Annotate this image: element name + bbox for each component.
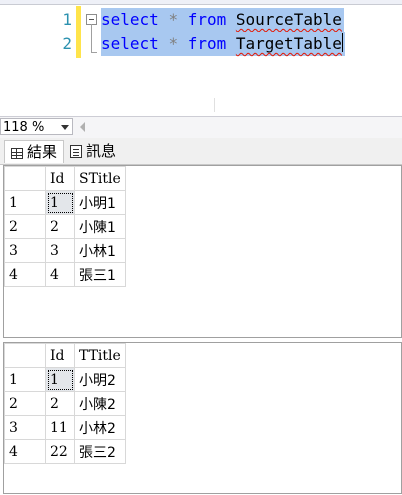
tab-results-label: 結果	[27, 143, 58, 161]
code-text[interactable]: select * from SourceTable	[101, 8, 344, 32]
table-row[interactable]: 1 1 小明2	[4, 367, 126, 392]
header-row: Id TTitle	[4, 343, 126, 368]
cell-title[interactable]: 小陳1	[74, 214, 126, 239]
header-row: Id STitle	[4, 166, 126, 191]
table-row[interactable]: 3 11 小林2	[4, 415, 126, 440]
column-header-stitle[interactable]: STitle	[74, 166, 126, 191]
grid-icon	[11, 148, 23, 159]
row-number[interactable]: 1	[4, 367, 46, 392]
table-row[interactable]: 4 4 張三1	[4, 262, 126, 287]
row-number[interactable]: 2	[4, 391, 46, 416]
table-row[interactable]: 2 2 小陳2	[4, 391, 126, 416]
table-row[interactable]: 3 3 小林1	[4, 238, 126, 263]
result-tab-bar: 結果 訊息	[0, 138, 402, 165]
splitter-mark	[214, 98, 215, 112]
editor-status-bar: 118 %	[0, 116, 402, 138]
row-number-header[interactable]	[4, 166, 46, 191]
cell-title[interactable]: 小林2	[74, 415, 126, 440]
tab-results[interactable]: 結果	[4, 140, 65, 163]
cell-title[interactable]: 小明2	[74, 367, 126, 392]
cell-title[interactable]: 小陳2	[74, 391, 126, 416]
tab-messages[interactable]: 訊息	[66, 140, 120, 162]
table-row[interactable]: 2 2 小陳1	[4, 214, 126, 239]
cell-title[interactable]: 張三1	[74, 262, 126, 287]
keyword-from: from	[187, 34, 227, 53]
code-text[interactable]: select * from TargetTable	[101, 32, 345, 56]
cell-id[interactable]: 22	[45, 439, 75, 464]
row-number-header[interactable]	[4, 343, 46, 368]
cell-id[interactable]: 3	[45, 238, 75, 263]
scroll-left-icon[interactable]	[80, 122, 85, 132]
result-grid-target[interactable]: Id TTitle 1 1 小明2 2 2 小陳2 3 11 小林2 4 22 …	[3, 342, 402, 494]
zoom-value: 118 %	[3, 120, 45, 135]
cell-id[interactable]: 2	[45, 214, 75, 239]
cell-id[interactable]: 4	[45, 262, 75, 287]
column-header-id[interactable]: Id	[45, 343, 75, 368]
cell-title[interactable]: 小林1	[74, 238, 126, 263]
row-number[interactable]: 1	[4, 190, 46, 215]
table-name: TargetTable	[235, 34, 342, 53]
text-caret	[341, 33, 343, 52]
query-editor[interactable]: 1 select * from SourceTable 2 select * f…	[0, 0, 402, 116]
tab-messages-label: 訊息	[86, 142, 117, 160]
results-table: Id STitle 1 1 小明1 2 2 小陳1 3 3 小林1 4 4 張三…	[4, 166, 126, 287]
line-number: 2	[62, 34, 72, 53]
table-name: SourceTable	[235, 10, 342, 29]
message-icon	[70, 145, 82, 158]
column-header-ttitle[interactable]: TTitle	[74, 343, 126, 368]
code-line-2[interactable]: 2 select * from TargetTable	[0, 32, 402, 56]
row-number[interactable]: 4	[4, 439, 46, 464]
line-number: 1	[62, 10, 72, 29]
row-number[interactable]: 4	[4, 262, 46, 287]
keyword-select: select	[101, 10, 159, 29]
column-header-id[interactable]: Id	[45, 166, 75, 191]
cell-id[interactable]: 1	[45, 367, 75, 392]
result-grid-source[interactable]: Id STitle 1 1 小明1 2 2 小陳1 3 3 小林1 4 4 張三…	[3, 165, 402, 338]
cell-title[interactable]: 張三2	[74, 439, 126, 464]
results-table: Id TTitle 1 1 小明2 2 2 小陳2 3 11 小林2 4 22 …	[4, 343, 126, 464]
table-row[interactable]: 4 22 張三2	[4, 439, 126, 464]
keyword-select: select	[101, 34, 159, 53]
document-tab-strip	[0, 0, 402, 5]
cell-id[interactable]: 1	[45, 190, 75, 215]
keyword-from: from	[187, 10, 227, 29]
chevron-down-icon[interactable]	[61, 125, 69, 130]
star-operator: *	[168, 34, 179, 53]
cell-id[interactable]: 2	[45, 391, 75, 416]
row-number[interactable]: 2	[4, 214, 46, 239]
table-row[interactable]: 1 1 小明1	[4, 190, 126, 215]
cell-title[interactable]: 小明1	[74, 190, 126, 215]
row-number[interactable]: 3	[4, 238, 46, 263]
star-operator: *	[168, 10, 179, 29]
cell-id[interactable]: 11	[45, 415, 75, 440]
code-line-1[interactable]: 1 select * from SourceTable	[0, 8, 402, 32]
row-number[interactable]: 3	[4, 415, 46, 440]
zoom-select[interactable]: 118 %	[0, 118, 73, 135]
